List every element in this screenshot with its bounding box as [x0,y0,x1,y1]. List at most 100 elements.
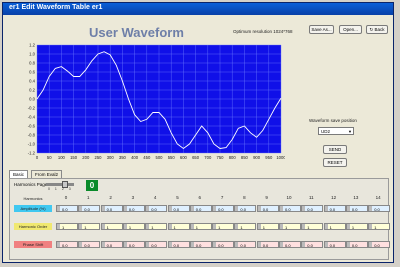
spinner-arrows-icon[interactable] [123,242,127,247]
harmonic-order-field[interactable]: 1 [100,223,123,230]
harmonic-order-field[interactable]: 1 [56,223,78,230]
spinner-arrows-icon[interactable] [190,242,194,247]
spinner-arrows-icon[interactable] [123,224,127,229]
tab-from-eval2[interactable]: From Eval2 [31,170,63,178]
spinner-arrows-icon[interactable] [57,242,60,247]
spinner-arrows-icon[interactable] [280,206,283,211]
tab-basic[interactable]: Basic [9,170,29,178]
reset-button[interactable]: RESET [323,158,347,167]
amplitude-field[interactable]: 0.0 [78,205,101,212]
amplitude-field[interactable]: 0.0 [56,205,78,212]
spinner-arrows-icon[interactable] [346,224,350,229]
amplitude-field[interactable]: 0.0 [212,205,235,212]
send-button[interactable]: SEND [323,145,347,154]
harmonic-order-field[interactable]: 1 [78,223,101,230]
spinner-arrows-icon[interactable] [257,224,261,229]
amplitude-field[interactable]: 0.0 [122,205,145,212]
spinner-arrows-icon[interactable] [369,224,373,229]
harmonic-order-field[interactable]: 1 [234,223,257,230]
phase-shift-field[interactable]: 0.0 [189,241,212,248]
amplitude-field[interactable]: 0.0 [256,205,279,212]
amplitude-field[interactable]: 0.0 [301,205,324,212]
spinner-arrows-icon[interactable] [324,206,328,211]
phase-shift-field[interactable]: 0.0 [78,241,101,248]
phase-shift-field[interactable]: 0.0 [122,241,145,248]
spinner-arrows-icon[interactable] [146,206,150,211]
harmonic-order-field[interactable]: 1 [167,223,190,230]
phase-shift-field[interactable]: 0.0 [212,241,235,248]
save-as-button[interactable]: Save As... [309,25,334,34]
spinner-arrows-icon[interactable] [346,206,350,211]
phase-shift-field[interactable]: 0.0 [167,241,190,248]
phase-shift-field[interactable]: 0.0 [256,241,279,248]
spinner-arrows-icon[interactable] [190,206,194,211]
amplitude-field[interactable]: 0.0 [345,205,368,212]
spinner-arrows-icon[interactable] [79,206,83,211]
spinner-arrows-icon[interactable] [280,242,283,247]
spinner-arrows-icon[interactable] [123,206,127,211]
spinner-arrows-icon[interactable] [168,242,172,247]
harmonic-order-field[interactable]: 1 [368,223,391,230]
amplitude-field-value: 0.0 [240,207,246,212]
spinner-arrows-icon[interactable] [213,206,217,211]
open-button[interactable]: Open... [339,25,362,34]
back-button[interactable]: ↻ Back [366,25,388,34]
phase-shift-field[interactable]: 0.0 [301,241,324,248]
spinner-arrows-icon[interactable] [146,242,150,247]
harmonic-order-field[interactable]: 1 [122,223,145,230]
harmonic-order-field[interactable]: 1 [145,223,168,230]
harmonic-order-field[interactable]: 1 [279,223,301,230]
spinner-arrows-icon[interactable] [79,224,83,229]
spinner-arrows-icon[interactable] [369,206,373,211]
spinner-arrows-icon[interactable] [213,224,217,229]
phase-shift-field[interactable]: 0.0 [56,241,78,248]
phase-shift-field[interactable]: 0.0 [368,241,391,248]
spinner-arrows-icon[interactable] [324,224,328,229]
spinner-arrows-icon[interactable] [346,242,350,247]
amplitude-field[interactable]: 0.0 [145,205,168,212]
spinner-arrows-icon[interactable] [190,224,194,229]
spinner-arrows-icon[interactable] [302,206,306,211]
spinner-arrows-icon[interactable] [168,206,172,211]
amplitude-field[interactable]: 0.0 [323,205,346,212]
amplitude-field[interactable]: 0.0 [279,205,301,212]
phase-shift-field[interactable]: 0.0 [234,241,257,248]
spinner-arrows-icon[interactable] [79,242,83,247]
spinner-arrows-icon[interactable] [213,242,217,247]
spinner-arrows-icon[interactable] [235,242,239,247]
phase-shift-field[interactable]: 0.0 [145,241,168,248]
harmonic-order-field[interactable]: 1 [345,223,368,230]
harmonic-order-field[interactable]: 1 [212,223,235,230]
harmonic-order-field[interactable]: 1 [189,223,212,230]
phase-shift-field[interactable]: 0.0 [279,241,301,248]
spinner-arrows-icon[interactable] [302,224,306,229]
spinner-arrows-icon[interactable] [257,206,261,211]
spinner-arrows-icon[interactable] [57,206,60,211]
spinner-arrows-icon[interactable] [280,224,283,229]
spinner-arrows-icon[interactable] [324,242,328,247]
amplitude-field[interactable]: 0.0 [368,205,391,212]
amplitude-field[interactable]: 0.0 [189,205,212,212]
spinner-arrows-icon[interactable] [168,224,172,229]
phase-shift-field[interactable]: 0.0 [323,241,346,248]
save-position-select[interactable]: UD2 ▼ [318,127,354,135]
spinner-arrows-icon[interactable] [257,242,261,247]
spinner-arrows-icon[interactable] [369,242,373,247]
harmonic-order-field[interactable]: 1 [256,223,279,230]
phase-shift-field[interactable]: 0.0 [100,241,123,248]
harmonics-page-slider[interactable] [46,183,74,186]
harmonic-order-field[interactable]: 1 [323,223,346,230]
spinner-arrows-icon[interactable] [302,242,306,247]
amplitude-field[interactable]: 0.0 [100,205,123,212]
amplitude-field[interactable]: 0.0 [167,205,190,212]
spinner-arrows-icon[interactable] [101,242,105,247]
spinner-arrows-icon[interactable] [146,224,150,229]
spinner-arrows-icon[interactable] [101,206,105,211]
phase-shift-field[interactable]: 0.0 [345,241,368,248]
harmonic-order-field[interactable]: 1 [301,223,324,230]
spinner-arrows-icon[interactable] [57,224,60,229]
amplitude-field[interactable]: 0.0 [234,205,257,212]
spinner-arrows-icon[interactable] [101,224,105,229]
spinner-arrows-icon[interactable] [235,206,239,211]
spinner-arrows-icon[interactable] [235,224,239,229]
